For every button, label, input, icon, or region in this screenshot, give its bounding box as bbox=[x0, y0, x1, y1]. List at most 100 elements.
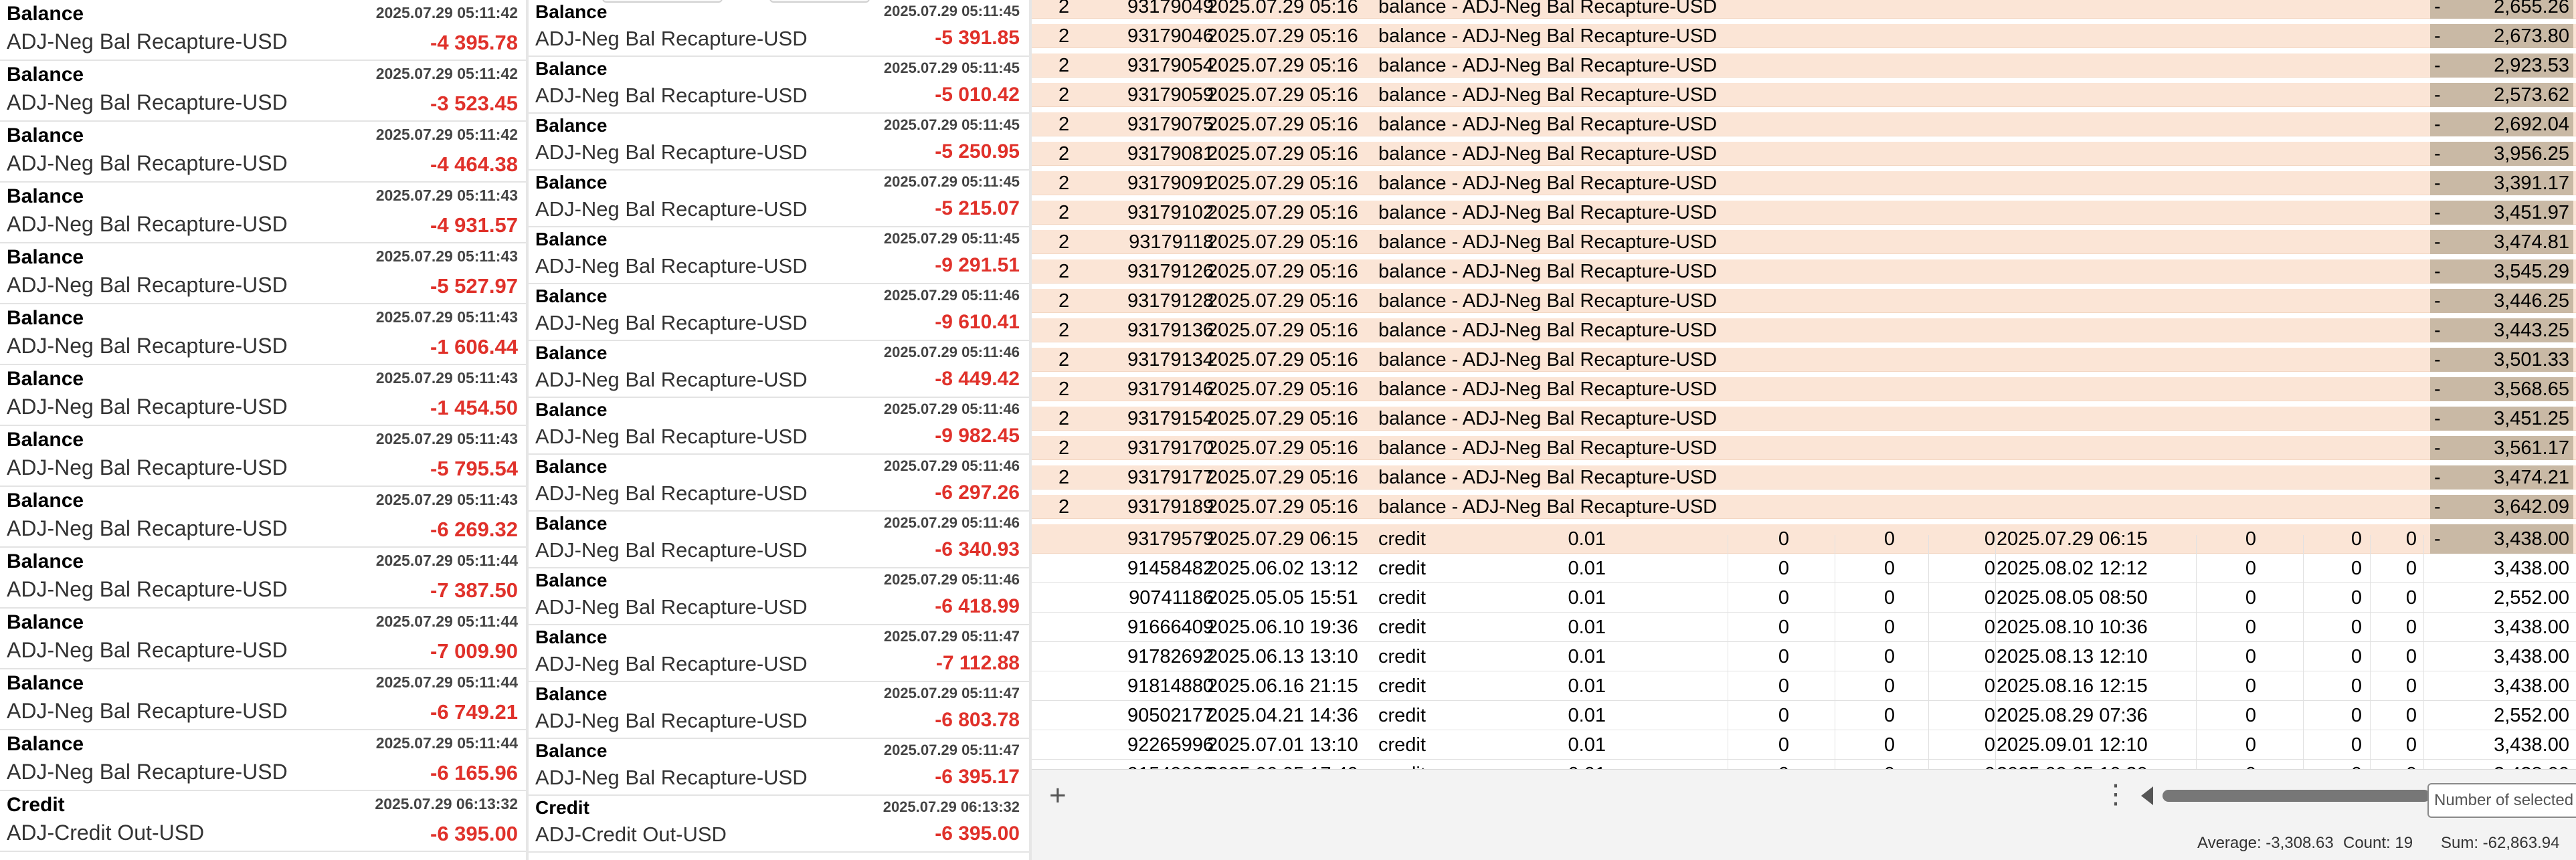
cell-l[interactable]: 0 bbox=[2377, 613, 2417, 642]
scroll-left-icon[interactable] bbox=[2141, 786, 2153, 805]
cell-h[interactable]: 0 bbox=[1942, 671, 1995, 701]
cell-d[interactable]: balance - ADJ-Neg Bal Recapture-USD bbox=[1378, 289, 1726, 313]
cell-a[interactable]: 2 bbox=[1059, 83, 1099, 107]
cell-c[interactable]: 2025.06.10 19:36 bbox=[1207, 613, 1381, 642]
cell-b[interactable]: 93179154 bbox=[1107, 407, 1214, 431]
cell-i[interactable]: 2025.09.01 12:10 bbox=[1997, 730, 2177, 760]
cell-c[interactable]: 2025.07.29 05:16 bbox=[1207, 407, 1381, 431]
cell-amount[interactable]: - 3,568.65 bbox=[2430, 377, 2573, 401]
cell-l[interactable]: 0 bbox=[2377, 671, 2417, 701]
cell-amount[interactable]: - 2,655.26 bbox=[2430, 0, 2573, 19]
balance-row[interactable]: 2 93179170 2025.07.29 05:16 balance - ADJ-N… bbox=[1032, 436, 2576, 460]
cell-j[interactable]: 0 bbox=[2209, 642, 2256, 671]
cell-g[interactable]: 0 bbox=[1847, 524, 1895, 554]
cell-c[interactable]: 2025.07.29 06:15 bbox=[1207, 524, 1381, 554]
deal-row[interactable]: Balance ADJ-Neg Bal Recapture-USD 2025.07.… bbox=[0, 730, 527, 791]
deal-row[interactable]: Balance ADJ-Neg Bal Recapture-USD 2025.07.… bbox=[0, 122, 527, 183]
balance-row[interactable]: 2 93179081 2025.07.29 05:16 balance - ADJ-N… bbox=[1032, 142, 2576, 166]
cell-k[interactable]: 0 bbox=[2315, 554, 2362, 583]
cell-b[interactable]: 91782692 bbox=[1107, 642, 1214, 671]
cell-b[interactable]: 93179134 bbox=[1107, 348, 1214, 372]
cell-g[interactable]: 0 bbox=[1847, 671, 1895, 701]
deal-row[interactable]: Balance ADJ-Neg Bal Recapture-USD 2025.07.… bbox=[0, 0, 527, 61]
cell-g[interactable]: 0 bbox=[1847, 642, 1895, 671]
cell-b[interactable]: 92265996 bbox=[1107, 730, 1214, 760]
cell-amount[interactable]: - 3,545.29 bbox=[2430, 259, 2573, 284]
cell-d[interactable]: balance - ADJ-Neg Bal Recapture-USD bbox=[1378, 348, 1726, 372]
cell-j[interactable]: 0 bbox=[2209, 730, 2256, 760]
cell-d[interactable]: balance - ADJ-Neg Bal Recapture-USD bbox=[1378, 171, 1726, 195]
deal-row[interactable]: Balance ADJ-Neg Bal Recapture-USD 2025.07.… bbox=[529, 114, 1029, 171]
cell-b[interactable]: 93179049 bbox=[1107, 0, 1214, 19]
cell-d[interactable]: balance - ADJ-Neg Bal Recapture-USD bbox=[1378, 377, 1726, 401]
cell-g[interactable]: 0 bbox=[1847, 554, 1895, 583]
cell-m[interactable]: 2,552.00 bbox=[2430, 701, 2573, 730]
cell-c[interactable]: 2025.06.02 13:12 bbox=[1207, 554, 1381, 583]
cell-h[interactable]: 0 bbox=[1942, 554, 1995, 583]
cell-amount[interactable]: - 3,446.25 bbox=[2430, 289, 2573, 313]
deal-row[interactable]: Balance ADJ-Neg Bal Recapture-USD 2025.07.… bbox=[0, 426, 527, 487]
cell-e[interactable]: 0.01 bbox=[1479, 524, 1606, 554]
more-options-icon[interactable]: ⋮ bbox=[2102, 779, 2129, 810]
cell-f[interactable]: 0 bbox=[1741, 524, 1789, 554]
cell-e[interactable]: 0.01 bbox=[1479, 613, 1606, 642]
cell-amount[interactable]: - 3,956.25 bbox=[2430, 142, 2573, 166]
cell-b[interactable]: 93179136 bbox=[1107, 318, 1214, 342]
cell-j[interactable]: 0 bbox=[2209, 613, 2256, 642]
cell-j[interactable]: 0 bbox=[2209, 554, 2256, 583]
deal-row[interactable]: Balance ADJ-Neg Bal Recapture-USD 2025.07.… bbox=[529, 171, 1029, 227]
cell-e[interactable]: 0.01 bbox=[1479, 760, 1606, 769]
cell-b[interactable]: 93179170 bbox=[1107, 436, 1214, 460]
credit-row[interactable]: 91666409 2025.06.10 19:36 credit 0.01 0 0 0 202… bbox=[1032, 613, 2576, 642]
cell-a[interactable]: 2 bbox=[1059, 230, 1099, 254]
cell-a[interactable]: 2 bbox=[1059, 318, 1099, 342]
cell-l[interactable]: 0 bbox=[2377, 760, 2417, 769]
cell-amount[interactable]: - 3,561.17 bbox=[2430, 436, 2573, 460]
deal-row[interactable]: Balance ADJ-Neg Bal Recapture-USD 2025.07.… bbox=[0, 243, 527, 304]
balance-row[interactable]: 2 93179128 2025.07.29 05:16 balance - ADJ-N… bbox=[1032, 289, 2576, 313]
cell-c[interactable]: 2025.07.29 05:16 bbox=[1207, 318, 1381, 342]
cell-c[interactable]: 2025.07.29 05:16 bbox=[1207, 259, 1381, 284]
cell-a[interactable]: 2 bbox=[1059, 436, 1099, 460]
balance-row[interactable]: 2 93179054 2025.07.29 05:16 balance - ADJ-N… bbox=[1032, 53, 2576, 78]
cell-j[interactable]: 0 bbox=[2209, 760, 2256, 769]
cell-a[interactable]: 2 bbox=[1059, 112, 1099, 136]
cell-b[interactable]: 93179054 bbox=[1107, 53, 1214, 78]
cell-c[interactable]: 2025.06.05 17:40 bbox=[1207, 760, 1381, 769]
cell-i[interactable]: 2025.09.05 10:30 bbox=[1997, 760, 2177, 769]
cell-a[interactable]: 2 bbox=[1059, 0, 1099, 19]
cell-amount[interactable]: - 3,474.21 bbox=[2430, 465, 2573, 490]
cell-a[interactable]: 2 bbox=[1059, 53, 1099, 78]
cell-c[interactable]: 2025.07.29 05:16 bbox=[1207, 465, 1381, 490]
credit-row[interactable]: 91814880 2025.06.16 21:15 credit 0.01 0 0 0 202… bbox=[1032, 671, 2576, 701]
cell-c[interactable]: 2025.07.29 05:16 bbox=[1207, 112, 1381, 136]
cell-a[interactable]: 2 bbox=[1059, 348, 1099, 372]
cell-amount[interactable]: - 3,451.25 bbox=[2430, 407, 2573, 431]
cell-a[interactable]: 2 bbox=[1059, 465, 1099, 490]
deal-row[interactable]: Balance ADJ-Neg Bal Recapture-USD 2025.07.… bbox=[529, 512, 1029, 568]
cell-b[interactable]: 91549020 bbox=[1107, 760, 1214, 769]
credit-row[interactable]: 91458482 2025.06.02 13:12 credit 0.01 0 0 0 202… bbox=[1032, 554, 2576, 583]
cell-c[interactable]: 2025.07.29 05:16 bbox=[1207, 0, 1381, 19]
cell-amount[interactable]: - 3,451.97 bbox=[2430, 201, 2573, 225]
deal-row[interactable]: Balance ADJ-Neg Bal Recapture-USD 2025.07.… bbox=[529, 227, 1029, 284]
cell-j[interactable]: 0 bbox=[2209, 671, 2256, 701]
cell-d[interactable]: balance - ADJ-Neg Bal Recapture-USD bbox=[1378, 407, 1726, 431]
deal-row[interactable]: Balance ADJ-Neg Bal Recapture-USD 2025.07.… bbox=[529, 682, 1029, 739]
cell-a[interactable]: 2 bbox=[1059, 201, 1099, 225]
cell-b[interactable]: 93179128 bbox=[1107, 289, 1214, 313]
balance-row[interactable]: 2 93179189 2025.07.29 05:16 balance - ADJ-N… bbox=[1032, 495, 2576, 519]
cell-j[interactable]: 0 bbox=[2209, 524, 2256, 554]
cell-c[interactable]: 2025.07.29 05:16 bbox=[1207, 201, 1381, 225]
cell-k[interactable]: 0 bbox=[2315, 730, 2362, 760]
cell-e[interactable]: 0.01 bbox=[1479, 642, 1606, 671]
cell-k[interactable]: 0 bbox=[2315, 613, 2362, 642]
deal-row[interactable]: Credit ADJ-Credit Out-USD 2025.07.29 06:13… bbox=[529, 796, 1029, 853]
cell-i[interactable]: 2025.08.13 12:10 bbox=[1997, 642, 2177, 671]
deal-row[interactable]: Balance ADJ-Neg Bal Recapture-USD 2025.07.… bbox=[0, 669, 527, 730]
cell-l[interactable]: 0 bbox=[2377, 701, 2417, 730]
deal-row[interactable]: Balance ADJ-Neg Bal Recapture-USD 2025.07.… bbox=[529, 57, 1029, 114]
cell-k[interactable]: 0 bbox=[2315, 760, 2362, 769]
cell-f[interactable]: 0 bbox=[1741, 730, 1789, 760]
cell-c[interactable]: 2025.07.29 05:16 bbox=[1207, 289, 1381, 313]
